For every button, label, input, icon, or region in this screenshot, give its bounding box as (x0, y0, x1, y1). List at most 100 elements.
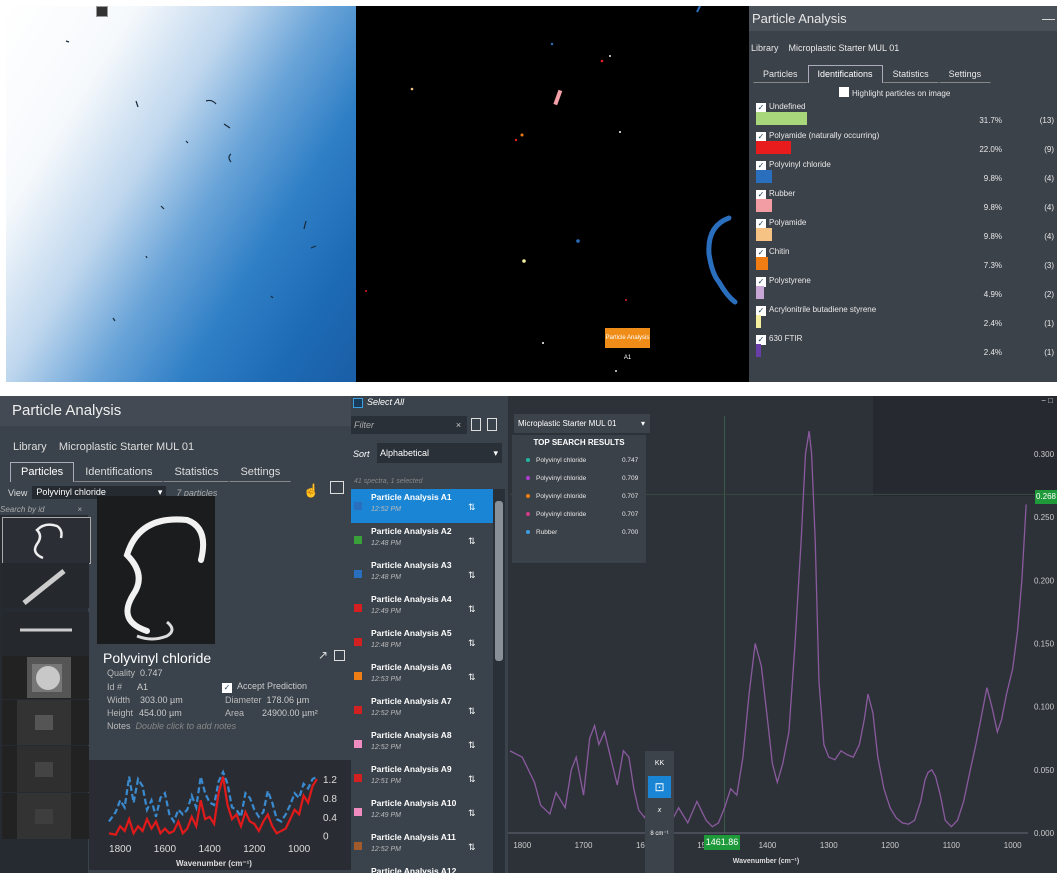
select-all-toggle[interactable]: Select All (351, 396, 508, 409)
save-icon[interactable] (330, 481, 344, 494)
y-tick-label: 0.250 (1034, 513, 1055, 522)
identification-row[interactable]: ✓ Polyamide 9.8% (4) (749, 218, 1057, 247)
sort-arrows-icon[interactable]: ⇅ (468, 706, 476, 717)
spectrum-color-swatch (354, 808, 362, 816)
sort-arrows-icon[interactable]: ⇅ (468, 502, 476, 513)
search-result-row[interactable]: Rubber 0.700 (526, 529, 644, 536)
sort-arrows-icon[interactable]: ⇅ (468, 638, 476, 649)
minimize-icon[interactable]: — (1042, 6, 1055, 31)
search-result-row[interactable]: Polyvinyl chloride 0.747 (526, 457, 644, 464)
x-tool-button[interactable]: x (645, 807, 674, 814)
mini-spectrum-chart[interactable]: 1800 1600 1400 1200 1000 1.2 0.8 0.4 0 Wavenumber… (89, 760, 351, 870)
sort-arrows-icon[interactable]: ⇅ (468, 774, 476, 785)
tab-particles[interactable]: Particles (10, 462, 75, 482)
result-color-dot (526, 476, 530, 480)
window-controls[interactable]: − □ (1041, 396, 1053, 405)
sort-arrows-icon[interactable]: ⇅ (468, 842, 476, 853)
identification-row[interactable]: ✓ Rubber 9.8% (4) (749, 189, 1057, 218)
search-result-row[interactable]: Polyvinyl chloride 0.707 (526, 493, 644, 500)
open-external-icon[interactable] (334, 650, 345, 661)
sort-select[interactable]: Alphabetical ▾ (377, 443, 502, 463)
identification-row[interactable]: ✓ Acrylonitrile butadiene styrene 2.4% (1) (749, 305, 1057, 334)
spectrum-list-item[interactable]: Particle Analysis A8 12:52 PM ⇅ (351, 727, 493, 761)
thumbnail-5[interactable] (2, 700, 89, 745)
measured-spectrum-line[interactable] (108, 776, 318, 836)
identification-row[interactable]: ✓ Polyamide (naturally occurring) 22.0% (9) (749, 131, 1057, 160)
identification-row[interactable]: ✓ 630 FTIR 2.4% (1) (749, 334, 1057, 363)
spectrum-list-item[interactable]: Particle Analysis A7 12:52 PM ⇅ (351, 693, 493, 727)
spectrum-list-item[interactable]: Particle Analysis A5 12:48 PM ⇅ (351, 625, 493, 659)
identification-color-bar (756, 315, 761, 328)
spectrum-list-item[interactable]: Particle Analysis A12⇅ (351, 863, 493, 873)
search-result-row[interactable]: Polyvinyl chloride 0.707 (526, 511, 644, 518)
thumbnail-7[interactable] (2, 793, 89, 839)
identification-name: 630 FTIR (769, 334, 803, 343)
cursor-tool-icon[interactable]: ⊡ (648, 776, 671, 798)
microscope-image[interactable] (6, 6, 356, 382)
identification-row[interactable]: ✓ Polystyrene 4.9% (2) (749, 276, 1057, 305)
identification-color-bar (756, 170, 772, 183)
identification-row[interactable]: ✓ Chitin 7.3% (3) (749, 247, 1057, 276)
search-by-id-input[interactable]: Search by id × (0, 504, 88, 515)
segmented-particles (365, 6, 738, 372)
identification-row[interactable]: ✓ Polyvinyl chloride 9.8% (4) (749, 160, 1057, 189)
particle-image[interactable] (97, 496, 215, 644)
kk-button[interactable]: KK (645, 760, 674, 767)
filter-input[interactable]: Filter × (351, 416, 467, 434)
spectrum-list-item[interactable]: Particle Analysis A2 12:48 PM ⇅ (351, 523, 493, 557)
hand-cursor-icon[interactable]: ☝ (303, 483, 319, 499)
search-result-row[interactable]: Polyvinyl chloride 0.709 (526, 475, 644, 482)
expand-icon[interactable]: ↗ (318, 648, 328, 662)
document-icon[interactable] (471, 418, 481, 431)
sort-arrows-icon[interactable]: ⇅ (468, 672, 476, 683)
result-color-dot (526, 530, 530, 534)
spectrum-list-item[interactable]: Particle Analysis A6 12:53 PM ⇅ (351, 659, 493, 693)
thumbnail-a1[interactable] (2, 517, 91, 564)
segmentation-image[interactable]: Particle Analysis A1 (356, 6, 749, 382)
accept-prediction-toggle[interactable]: ✓ Accept Prediction (222, 681, 307, 693)
add-document-icon[interactable] (487, 418, 497, 431)
spectrum-list-item[interactable]: Particle Analysis A3 12:48 PM ⇅ (351, 557, 493, 591)
tab-settings[interactable]: Settings (229, 462, 292, 482)
mini-y-tick-label: 0 (323, 832, 329, 843)
tab-statistics[interactable]: Statistics (163, 462, 230, 482)
thumbnail-4[interactable] (2, 656, 89, 699)
notes-row[interactable]: Notes Double click to add notes (107, 721, 236, 731)
scrollbar[interactable] (493, 489, 505, 873)
particle-tag[interactable]: Particle Analysis A1 (605, 328, 650, 361)
tab-particles[interactable]: Particles (753, 65, 808, 83)
x-tick-label: 1200 (881, 841, 899, 850)
spectrum-time: 12:48 PM (371, 642, 401, 649)
library-select[interactable]: Microplastic Starter MUL 01 ▾ (514, 414, 650, 433)
mini-y-tick-label: 0.4 (323, 813, 337, 824)
sort-arrows-icon[interactable]: ⇅ (468, 604, 476, 615)
thumbnail-2[interactable] (2, 563, 89, 608)
sort-arrows-icon[interactable]: ⇅ (468, 536, 476, 547)
spectrum-name: Particle Analysis A10 (371, 798, 457, 808)
spectrum-list-item[interactable]: Particle Analysis A11 12:52 PM ⇅ (351, 829, 493, 863)
sort-arrows-icon[interactable]: ⇅ (468, 740, 476, 751)
spectrum-viewer[interactable]: 1800170016001500140013001200110010000.30… (508, 396, 1057, 873)
spectrum-list-item[interactable]: Particle Analysis A10 12:49 PM ⇅ (351, 795, 493, 829)
spectrum-color-swatch (354, 740, 362, 748)
tab-statistics[interactable]: Statistics (882, 65, 939, 83)
spectrum-list-item[interactable]: Particle Analysis A9 12:51 PM ⇅ (351, 761, 493, 795)
identification-percent: 2.4% (983, 319, 1002, 328)
reference-spectrum-line[interactable] (108, 769, 318, 824)
thumbnail-6[interactable] (2, 746, 89, 792)
thumbnail-3[interactable] (2, 612, 89, 657)
mini-x-tick-label: 1000 (288, 844, 311, 855)
tab-identifications[interactable]: Identifications (74, 462, 164, 482)
identification-percent: 22.0% (979, 145, 1002, 154)
highlight-particles-toggle[interactable]: Highlight particles on image (839, 87, 1057, 98)
spectra-list-panel: Select All Filter × Sort Alphabetical ▾ 4… (351, 396, 508, 873)
spectrum-list-item[interactable]: Particle Analysis A4 12:49 PM ⇅ (351, 591, 493, 625)
sort-arrows-icon[interactable]: ⇅ (468, 808, 476, 819)
tab-settings[interactable]: Settings (938, 65, 992, 83)
resolution-label[interactable]: 8 cm⁻¹ (645, 830, 674, 837)
tab-identifications[interactable]: Identifications (807, 65, 883, 83)
sort-arrows-icon[interactable]: ⇅ (468, 570, 476, 581)
spectrum-list-item[interactable]: Particle Analysis A1 12:52 PM ⇅ (351, 489, 493, 523)
checkbox-icon[interactable] (839, 87, 849, 97)
identification-row[interactable]: ✓ Undefined 31.7% (13) (749, 102, 1057, 131)
